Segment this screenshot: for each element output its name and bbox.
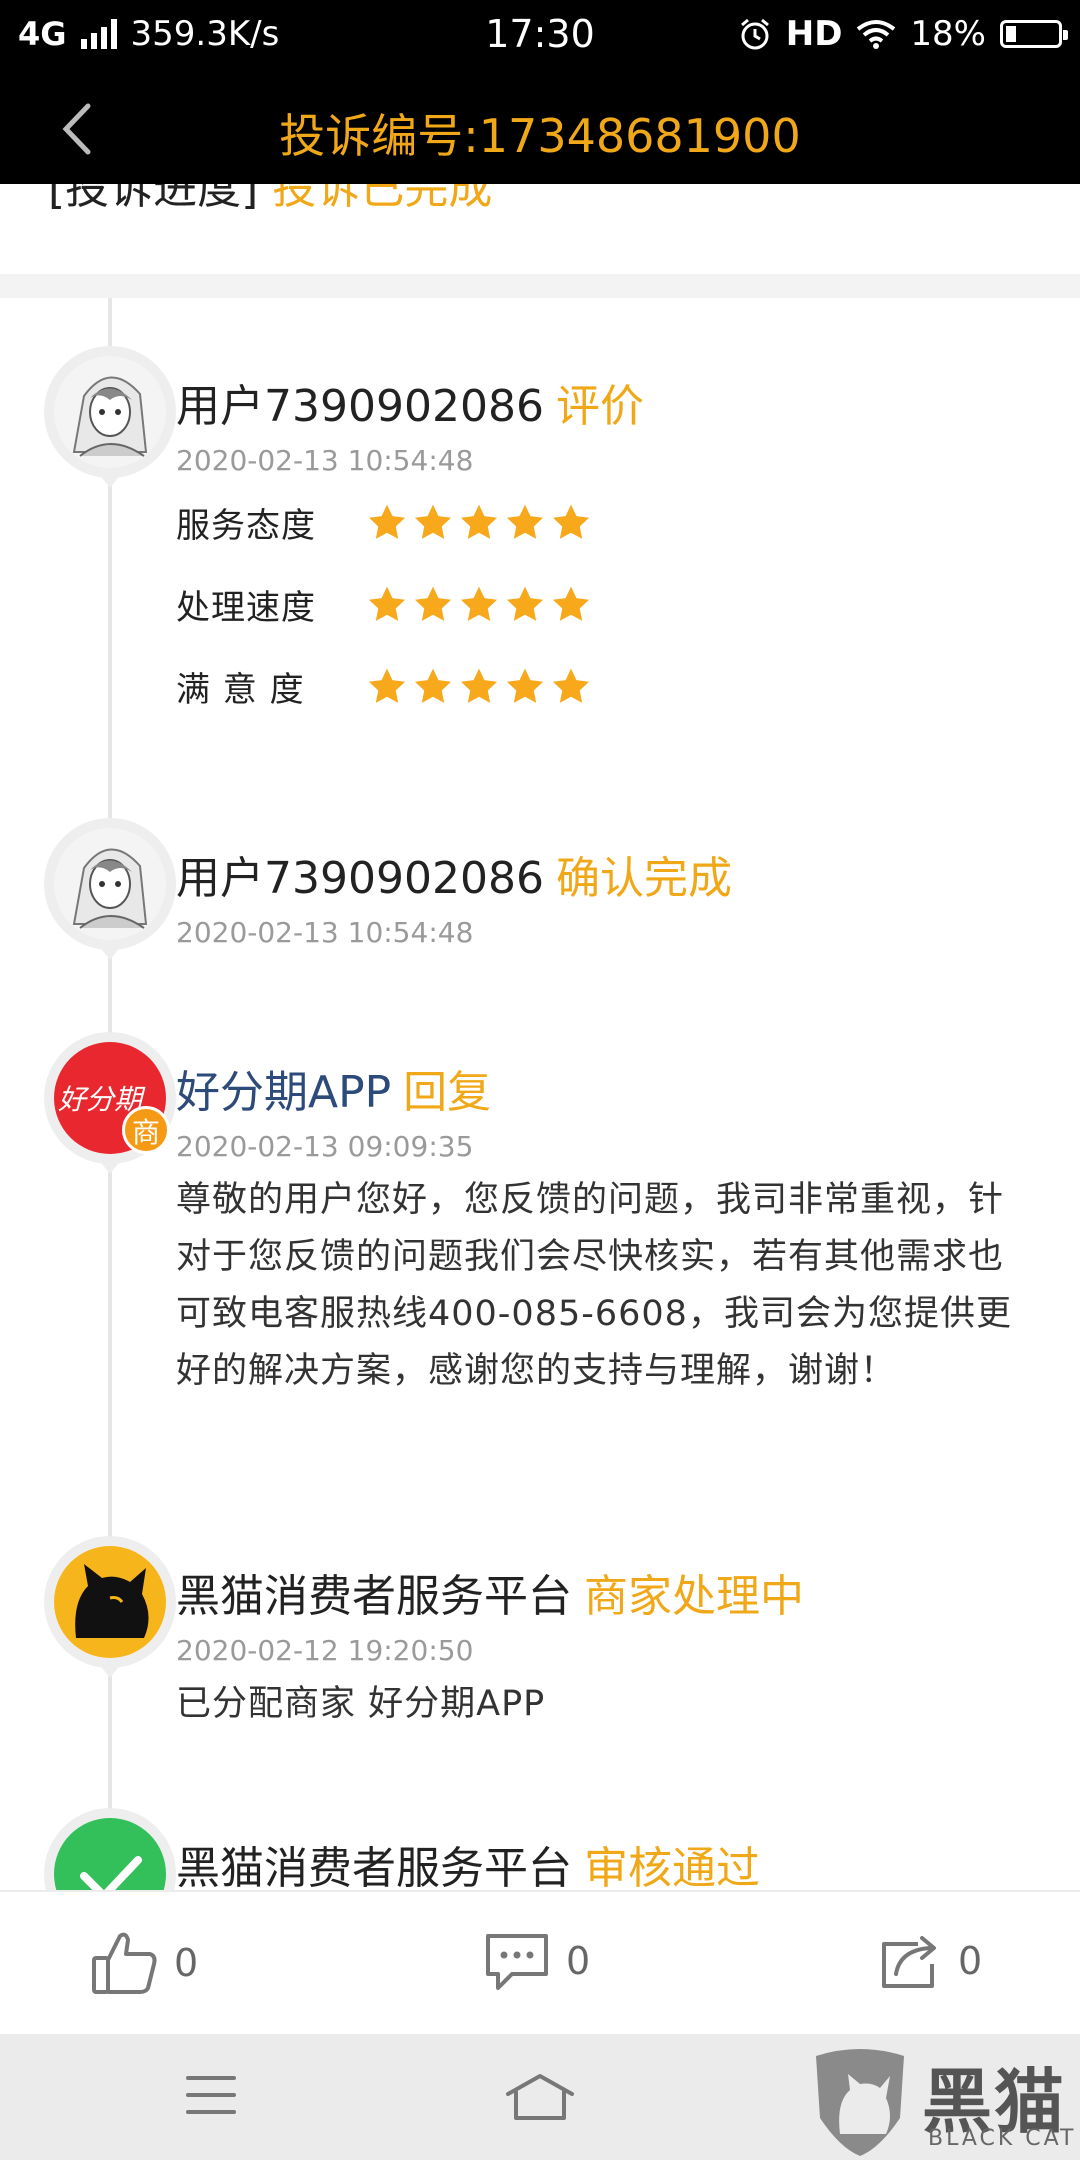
entry-header: 好分期APP 回复 bbox=[176, 1056, 491, 1120]
star-icon bbox=[368, 504, 406, 539]
share-icon bbox=[882, 1936, 936, 1988]
comment-icon bbox=[486, 1934, 548, 1990]
star-rating bbox=[366, 584, 592, 626]
rating-label: 服务态度 bbox=[176, 506, 316, 546]
entry-time: 2020-02-13 09:09:35 bbox=[176, 1130, 474, 1163]
author-name[interactable]: 黑猫消费者服务平台 bbox=[176, 1571, 572, 1622]
black-cat-watermark: 黑猫 BLACK CAT bbox=[810, 2046, 1080, 2160]
avatar-image bbox=[54, 356, 166, 468]
entry-time: 2020-02-12 19:20:50 bbox=[176, 1634, 474, 1667]
author-name[interactable]: 用户7390902086 bbox=[176, 853, 544, 904]
timeline: 用户7390902086 评价 2020-02-13 10:54:48 服务态度 … bbox=[0, 298, 1080, 1890]
entry-action: 商家处理中 bbox=[584, 1571, 804, 1622]
star-icon bbox=[506, 504, 544, 539]
page-title: 投诉编号:17348681900 bbox=[279, 109, 801, 163]
check-icon bbox=[80, 1856, 142, 1890]
entry-action: 确认完成 bbox=[555, 853, 732, 904]
black-cat-shield-icon bbox=[816, 2049, 904, 2156]
menu-icon bbox=[186, 2076, 236, 2114]
share-button[interactable]: 0 bbox=[874, 1930, 982, 1992]
star-icon bbox=[414, 586, 452, 621]
platform-avatar[interactable] bbox=[44, 1536, 176, 1678]
hd-indicator: HD bbox=[785, 14, 843, 54]
battery-percent: 18% bbox=[910, 14, 986, 54]
entry-time: 2020-02-13 10:54:48 bbox=[176, 444, 474, 477]
avatar-image bbox=[54, 828, 166, 940]
entry-header: 黑猫消费者服务平台 商家处理中 bbox=[176, 1560, 804, 1624]
entry-action: 审核通过 bbox=[584, 1843, 760, 1890]
status-right: HD 18% bbox=[738, 14, 1068, 54]
like-count: 0 bbox=[174, 1941, 199, 1985]
entry-time: 2020-02-13 10:54:48 bbox=[176, 916, 474, 949]
star-icon bbox=[460, 586, 498, 621]
menu-button[interactable] bbox=[184, 2072, 238, 2122]
star-icon bbox=[414, 504, 452, 539]
progress-strip: [投诉进度] 投诉已完成 bbox=[0, 184, 1080, 274]
star-icon bbox=[506, 668, 544, 703]
reply-text: 尊敬的用户您好，您反馈的问题，我司非常重视，针对于您反馈的问题我们会尽快核实，若… bbox=[176, 1180, 1012, 1391]
star-icon bbox=[368, 668, 406, 703]
star-icon bbox=[460, 668, 498, 703]
progress-label: [投诉进度] bbox=[48, 184, 259, 214]
star-icon bbox=[506, 586, 544, 621]
status-bar: 4G 359.3K/s 17:30 HD 18% bbox=[0, 0, 1080, 74]
comment-count: 0 bbox=[566, 1939, 591, 1983]
merchant-badge: 商 bbox=[122, 1106, 170, 1154]
home-button[interactable] bbox=[504, 2072, 576, 2126]
star-icon bbox=[460, 504, 498, 539]
user-avatar[interactable] bbox=[44, 818, 176, 960]
star-icon bbox=[368, 586, 406, 621]
rating-row-speed: 处理速度 bbox=[176, 580, 592, 629]
rating-label: 处理速度 bbox=[176, 588, 316, 628]
entry-header: 用户7390902086 评价 bbox=[176, 370, 644, 434]
black-cat-logo bbox=[54, 1546, 166, 1658]
check-avatar bbox=[54, 1818, 166, 1890]
alarm-icon bbox=[740, 18, 769, 50]
home-icon bbox=[506, 2074, 574, 2120]
star-rating bbox=[366, 502, 592, 544]
action-bar: 0 0 0 bbox=[0, 1890, 1080, 2036]
author-name[interactable]: 黑猫消费者服务平台 bbox=[176, 1843, 572, 1890]
entry-action: 评价 bbox=[555, 381, 644, 432]
star-icon bbox=[552, 668, 590, 703]
platform-avatar[interactable] bbox=[44, 1808, 176, 1890]
entry-action: 回复 bbox=[403, 1067, 492, 1118]
user-avatar[interactable] bbox=[44, 346, 176, 488]
rating-row-satisfaction: 满 意 度 bbox=[176, 662, 592, 711]
watermark-subtext: BLACK CAT bbox=[928, 2126, 1077, 2151]
star-icon bbox=[414, 668, 452, 703]
rating-label: 满 意 度 bbox=[176, 670, 305, 710]
wifi-icon bbox=[857, 20, 896, 49]
entry-header: 用户7390902086 确认完成 bbox=[176, 842, 732, 906]
star-icon bbox=[552, 504, 590, 539]
share-count: 0 bbox=[958, 1939, 983, 1983]
entry-header: 黑猫消费者服务平台 审核通过 bbox=[176, 1832, 760, 1890]
section-divider bbox=[0, 274, 1080, 298]
app-header: 投诉编号:17348681900 bbox=[0, 74, 1080, 184]
progress-row: [投诉进度] 投诉已完成 bbox=[48, 184, 492, 216]
rating-row-service: 服务态度 bbox=[176, 498, 592, 547]
merchant-avatar[interactable]: 好分期 商 bbox=[44, 1032, 176, 1174]
star-rating bbox=[366, 666, 592, 708]
like-button[interactable]: 0 bbox=[90, 1930, 198, 1996]
entry-text: 已分配商家 好分期APP bbox=[176, 1684, 546, 1724]
author-name[interactable]: 好分期APP bbox=[176, 1067, 391, 1118]
progress-value: 投诉已完成 bbox=[272, 184, 493, 214]
comment-button[interactable]: 0 bbox=[482, 1930, 590, 1992]
star-icon bbox=[552, 586, 590, 621]
author-name[interactable]: 用户7390902086 bbox=[176, 381, 544, 432]
thumbs-up-icon bbox=[92, 1932, 157, 1994]
battery-icon bbox=[1000, 20, 1068, 48]
